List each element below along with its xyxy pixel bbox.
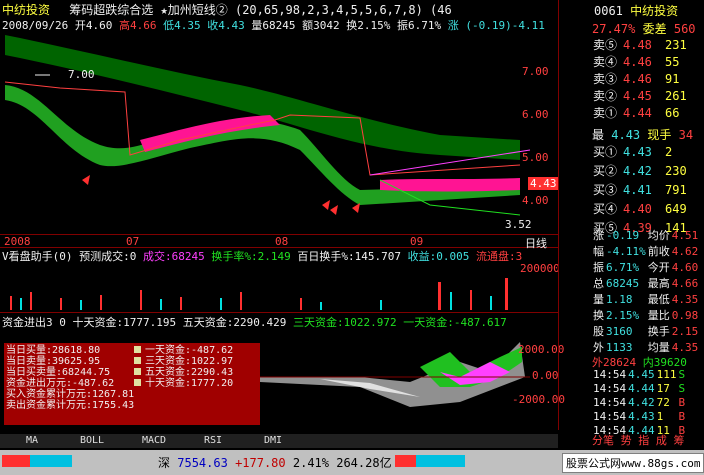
commission-diff: 560 [673, 22, 696, 36]
tab-dmi[interactable]: DMI [264, 434, 282, 448]
buy-row: 买③ 4.41 791 [593, 182, 687, 198]
stats-table: 涨 -0.19 均价 4.51 幅 -4.11% 前收 4.62 振 6.71% 今开 4.60 总 68… [592, 228, 699, 356]
latest-price: 4.43 [611, 128, 641, 142]
stock-name: 中纺投资 [2, 3, 51, 17]
status-bar: 深 7554.63 +177.80 2.41% 264.28亿 股票公式网www… [0, 450, 704, 475]
tab-boll[interactable]: BOLL [80, 434, 104, 448]
status-amount: 264.28亿 [336, 456, 392, 470]
fund-box-left: 当日买量:28618.80 当日卖量:39625.95 当日买卖量:68244.… [6, 345, 134, 411]
chart-header: 中纺投资 筹码超跌综合选 ★加州短线② (20,65,98,2,3,4,5,5,… [2, 1, 452, 18]
formula-params: (20,65,98,2,3,4,5,5,6,7,8) [234, 3, 423, 17]
market-strength-bar [2, 455, 72, 467]
kline-chart[interactable] [0, 30, 558, 236]
stat-row: 量 1.18 最低 4.35 [593, 293, 699, 306]
buy-row: 买① 4.43 2 [593, 144, 673, 160]
fund-sell-volume: 当日卖量:39625.95 [6, 356, 101, 367]
quote-panel[interactable]: 0061 中纺投资 27.47% 委差 560 卖⑤ 4.48 231 卖④ 4.46 5… [592, 0, 704, 447]
price-tick-6: 6.00 [522, 108, 549, 121]
sell-row: 卖④ 4.46 55 [593, 55, 680, 69]
signal-arrows [82, 175, 360, 215]
volume-bars [10, 278, 508, 310]
latest-vol: 34 [678, 128, 694, 142]
watermark: 股票公式网www.88gs.com [562, 453, 704, 473]
status-index: 深 7554.63 +177.80 2.41% 264.28亿 [158, 454, 392, 471]
price-tick-current: 4.43 [528, 177, 559, 190]
fund-panel[interactable]: 资金进出3 0 十天资金:1777.195 五天资金:2290.429 三天资金… [0, 312, 565, 431]
tick-row: 14:54 4.43 1 B [593, 410, 686, 423]
price-tick-5: 5.00 [522, 151, 549, 164]
time-axis: 2008 07 08 09 日线 [0, 234, 558, 250]
fund-axis-zero: 0.00 [532, 369, 559, 382]
fund-buy-cum: 买入资金累计万元:1267.81 [6, 389, 135, 400]
tab-rsi[interactable]: RSI [204, 434, 222, 448]
quote-title: 0061 中纺投资 [594, 2, 678, 19]
fund-ten: 十天资金:1777.195 [72, 316, 177, 329]
tab-macd[interactable]: MACD [142, 434, 166, 448]
tick-row: 14:54 4.45 111 S [593, 368, 686, 381]
time-tick-2008: 2008 [4, 235, 31, 248]
low-annotation: 3.52 [505, 218, 532, 231]
fund-box-five: 五天资金:2290.43 [134, 367, 233, 378]
commission-label: 委差 [642, 22, 667, 36]
status-change: +177.80 [235, 456, 286, 470]
time-tick-09: 09 [410, 235, 424, 248]
tick-table: 14:54 4.45 111 S 14:54 4.44 17 S 14:54 4.42 72 B 14:… [592, 368, 686, 438]
sell-row: 卖⑤ 4.48 231 [593, 38, 687, 52]
ma-highlight-2 [380, 178, 520, 192]
status-pct: 2.41% [292, 456, 329, 470]
fund-box-one: 一天资金:-487.62 [134, 345, 233, 356]
tick-row: 14:54 4.44 17 S [593, 382, 686, 395]
market-strength-bar-2 [395, 455, 465, 467]
stat-row: 振 6.71% 今开 4.60 [593, 261, 699, 274]
tick-row: 14:54 4.42 72 B [593, 396, 686, 409]
status-index-value: 7554.63 [177, 456, 228, 470]
volume-axis-label: 200000 [520, 262, 560, 275]
high-annotation: 7.00 [68, 68, 95, 81]
indicator-tab-bar: MA BOLL MACD RSI DMI [0, 434, 558, 448]
panel-divider [558, 0, 559, 430]
fund-total-volume: 当日买卖量:68244.75 [6, 367, 111, 378]
formula-params-tail: (46 [430, 3, 452, 17]
buy-row: 买② 4.42 230 [593, 163, 687, 179]
formula-1: 筹码超跌综合选 [69, 3, 154, 17]
price-tick-7: 7.00 [522, 65, 549, 78]
quote-name: 中纺投资 [630, 4, 679, 18]
tab-ma[interactable]: MA [26, 434, 38, 448]
latest-row: 最 4.43 现手 34 [592, 126, 693, 143]
sell-row: 卖③ 4.46 91 [593, 72, 680, 86]
quote-code: 0061 [594, 4, 623, 18]
latest-tag: 现手 [647, 128, 672, 142]
stat-row: 总 68245 最高 4.66 [593, 277, 699, 290]
stat-row: 换 2.15% 量比 0.98 [593, 309, 699, 322]
sell-row: 卖① 4.44 66 [593, 106, 680, 120]
commission-ratio: 27.47% [592, 22, 636, 36]
fund-box-three: 三天资金:1022.97 [134, 356, 233, 367]
fund-area-chart [260, 342, 530, 407]
stat-row: 涨 -0.19 均价 4.51 [593, 229, 699, 242]
buy-book: 买① 4.43 2 买② 4.42 230 买③ 4.41 791 买④ 4.40 649 买⑤ 4.39… [592, 142, 702, 237]
buy-row: 买④ 4.40 649 [593, 201, 687, 217]
main-chart[interactable]: 中纺投资 筹码超跌综合选 ★加州短线② (20,65,98,2,3,4,5,5,… [0, 0, 565, 431]
commission-row: 27.47% 委差 560 [592, 20, 696, 37]
formula-2: ★加州短线② [160, 3, 228, 17]
time-tick-08: 08 [275, 235, 289, 248]
price-tick-4: 4.00 [522, 194, 549, 207]
fund-sell-cum: 卖出资金累计万元:1755.43 [6, 400, 135, 411]
time-tick-07: 07 [126, 235, 140, 248]
fund-title: 资金进出3 0 [2, 316, 66, 329]
sell-row: 卖② 4.45 261 [593, 89, 687, 103]
latest-label: 最 [592, 128, 605, 142]
stat-row: 股 3160 换手 2.15 [593, 325, 699, 338]
quote-footer[interactable]: 分笔 势 指 成 筹 [592, 432, 685, 448]
fund-summary-box: 当日买量:28618.80 当日卖量:39625.95 当日买卖量:68244.… [4, 343, 260, 425]
volume-panel[interactable]: V看盘助手(0) 预测成交:0 成交:68245 换手率%:2.149 百日换手… [0, 248, 560, 310]
status-market: 深 [158, 456, 171, 470]
fund-box-right: 一天资金:-487.62 三天资金:1022.97 五天资金:2290.43 十… [134, 345, 233, 389]
stat-row: 幅 -4.11% 前收 4.62 [593, 245, 699, 258]
fund-net: 资金进出万元:-487.62 [6, 378, 115, 389]
fund-buy-volume: 当日买量:28618.80 [6, 345, 101, 356]
order-book: 卖⑤ 4.48 231 卖④ 4.46 55 卖③ 4.46 91 卖② 4.45 261 卖① 4.44… [592, 37, 702, 122]
fund-box-ten: 十天资金:1777.20 [134, 378, 233, 389]
